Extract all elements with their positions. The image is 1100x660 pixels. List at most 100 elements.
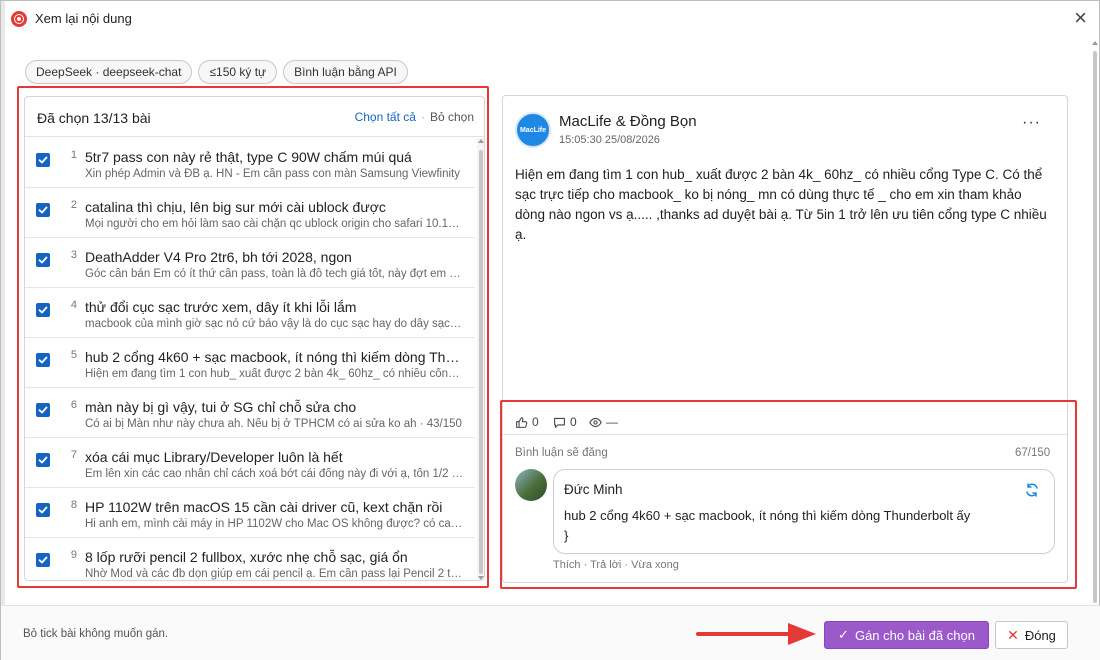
review-dialog: Xem lại nội dung × DeepSeek · deepseek-c…	[0, 0, 1100, 660]
item-title: 8 lốp rưỡi pencil 2 fullbox, xước nhẹ ch…	[85, 549, 408, 565]
item-snippet: Có ai bị Màn như này chưa ah. Nếu bị ở T…	[85, 418, 462, 430]
dialog-footer: Bỏ tick bài không muốn gán. ✓ Gán cho bà…	[1, 605, 1100, 660]
item-number: 7	[70, 449, 77, 461]
comment-preview-label: Bình luận sẽ đăng	[515, 447, 608, 459]
page-name: MacLife & Đồng Bọn	[559, 113, 697, 130]
assign-selected-button[interactable]: ✓ Gán cho bài đã chọn	[824, 621, 989, 649]
item-title: DeathAdder V4 Pro 2tr6, bh tới 2028, ngo…	[85, 249, 352, 265]
item-number: 3	[70, 249, 77, 261]
item-checkbox[interactable]	[36, 503, 50, 517]
list-item[interactable]: 3 DeathAdder V4 Pro 2tr6, bh tới 2028, ng…	[25, 238, 475, 288]
list-item[interactable]: 6 màn này bị gì vậy, tui ở SG chỉ chỗ sửa…	[25, 388, 475, 438]
checkmark-icon	[38, 406, 48, 414]
item-title: 5tr7 pass con này rẻ thật, type C 90W ch…	[85, 149, 412, 165]
like-count: 0	[532, 415, 539, 429]
list-scrollbar[interactable]	[477, 138, 484, 580]
comment-reply-action[interactable]: Trả lời	[590, 559, 621, 571]
comment-text-line-1: hub 2 cổng 4k60 + sạc macbook, ít nóng t…	[564, 508, 971, 523]
view-count: —	[606, 415, 618, 429]
setting-chips: DeepSeek · deepseek-chat ≤150 ký tự Bình…	[25, 60, 408, 84]
comment-char-count: 67/150	[1015, 447, 1051, 459]
chip-method: Bình luận bằng API	[283, 60, 408, 84]
title-bar: Xem lại nội dung ×	[1, 1, 1100, 37]
list-item[interactable]: 5 hub 2 cổng 4k60 + sạc macbook, ít nóng …	[25, 338, 475, 388]
item-checkbox[interactable]	[36, 403, 50, 417]
footer-hint: Bỏ tick bài không muốn gán.	[23, 628, 169, 640]
item-snippet: Hi anh em, mình cài máy in HP 1102W cho …	[85, 518, 465, 530]
list-header: Đã chọn 13/13 bài Chọn tất cả · Bỏ chọn	[25, 97, 484, 137]
comment-bubble: Đức Minh hub 2 cổng 4k60 + sạc macbook, …	[553, 469, 1055, 554]
item-checkbox[interactable]	[36, 303, 50, 317]
list-item[interactable]: 2 catalina thì chịu, lên big sur mới cài …	[25, 188, 475, 238]
scroll-down-arrow[interactable]	[478, 576, 484, 580]
list-scroll-thumb[interactable]	[479, 150, 483, 574]
eye-icon	[589, 417, 602, 427]
checkmark-icon	[38, 506, 48, 514]
comment-text-line-2: }	[564, 528, 569, 543]
item-checkbox[interactable]	[36, 203, 50, 217]
close-button[interactable]: ✕ Đóng	[995, 621, 1068, 649]
item-checkbox[interactable]	[36, 453, 50, 467]
item-number: 2	[70, 199, 77, 211]
item-title: HP 1102W trên macOS 15 cần cài driver cũ…	[85, 499, 443, 515]
post-stats: 0 0 —	[503, 407, 1067, 435]
comment-bubble-icon	[554, 417, 565, 428]
comment-count: 0	[570, 415, 577, 429]
item-checkbox[interactable]	[36, 153, 50, 167]
list-item[interactable]: 1 5tr7 pass con này rẻ thật, type C 90W c…	[25, 138, 475, 188]
list-item[interactable]: 4 thử đổi cục sạc trước xem, dây ít khi l…	[25, 288, 475, 338]
checkmark-icon	[38, 306, 48, 314]
dialog-scrollbar[interactable]	[1091, 37, 1099, 603]
page-avatar: MacLife	[515, 112, 551, 148]
list-item[interactable]: 9 8 lốp rưỡi pencil 2 fullbox, xước nhẹ c…	[25, 538, 475, 580]
item-title: hub 2 cổng 4k60 + sạc macbook, ít nóng t…	[85, 349, 465, 365]
item-snippet: Em lên xin các cao nhân chỉ cách xoá bớt…	[85, 468, 464, 480]
item-number: 9	[70, 549, 77, 561]
select-all-link[interactable]: Chọn tất cả	[355, 110, 416, 124]
scroll-up-arrow[interactable]	[478, 139, 484, 143]
item-snippet: Xin phép Admin và ĐB ạ. HN - Em cần pass…	[85, 168, 460, 180]
post-list: 1 5tr7 pass con này rẻ thật, type C 90W c…	[25, 138, 475, 580]
assign-button-label: Gán cho bài đã chọn	[854, 627, 975, 643]
list-item[interactable]: 8 HP 1102W trên macOS 15 cần cài driver c…	[25, 488, 475, 538]
item-snippet: Nhờ Mod và các đb dọn giúp em cái pencil…	[85, 568, 463, 580]
more-options-icon[interactable]: ···	[1022, 114, 1041, 132]
commenter-avatar	[515, 469, 547, 501]
item-checkbox[interactable]	[36, 353, 50, 367]
thumbs-up-icon	[516, 416, 528, 428]
dialog-scroll-thumb[interactable]	[1093, 51, 1097, 603]
checkmark-icon	[38, 356, 48, 364]
item-title: xóa cái mục Library/Developer luôn là hế…	[85, 449, 343, 465]
item-checkbox[interactable]	[36, 253, 50, 267]
post-list-panel: Đã chọn 13/13 bài Chọn tất cả · Bỏ chọn 15…	[24, 96, 485, 581]
comment-time: Vừa xong	[631, 559, 679, 571]
item-number: 5	[70, 349, 77, 361]
window-title: Xem lại nội dung	[35, 11, 132, 26]
item-checkbox[interactable]	[36, 553, 50, 567]
checkmark-icon	[38, 456, 48, 464]
close-icon[interactable]: ×	[1074, 7, 1087, 29]
item-number: 1	[70, 149, 77, 161]
selected-count: Đã chọn 13/13 bài	[37, 110, 151, 126]
item-number: 8	[70, 499, 77, 511]
item-title: catalina thì chịu, lên big sur mới cài u…	[85, 199, 386, 215]
refresh-icon[interactable]	[1024, 482, 1040, 498]
item-number: 6	[70, 399, 77, 411]
broadcast-icon	[11, 11, 27, 27]
comment-stat: 0	[553, 415, 577, 429]
comment-actions: Thích · Trả lời · Vừa xong	[553, 559, 679, 571]
item-snippet: Hiện em đang tìm 1 con hub_ xuất được 2 …	[85, 368, 465, 380]
commenter-name: Đức Minh	[564, 482, 623, 497]
deselect-link[interactable]: Bỏ chọn	[430, 110, 474, 124]
close-x-icon: ✕	[1007, 626, 1019, 643]
like-stat: 0	[515, 415, 539, 429]
checkmark-icon	[38, 156, 48, 164]
item-snippet: Góc cần bán Em có ít thứ cần pass, toàn …	[85, 268, 461, 280]
dialog-scroll-up-arrow[interactable]	[1092, 41, 1098, 45]
item-snippet: Mọi người cho em hỏi làm sao cài chặn qc…	[85, 218, 465, 230]
check-icon: ✓	[838, 627, 849, 642]
selection-links: Chọn tất cả · Bỏ chọn	[355, 110, 474, 124]
list-item[interactable]: 7 xóa cái mục Library/Developer luôn là h…	[25, 438, 475, 488]
comment-like-action[interactable]: Thích	[553, 559, 581, 571]
pointer-arrow-icon	[696, 623, 816, 645]
